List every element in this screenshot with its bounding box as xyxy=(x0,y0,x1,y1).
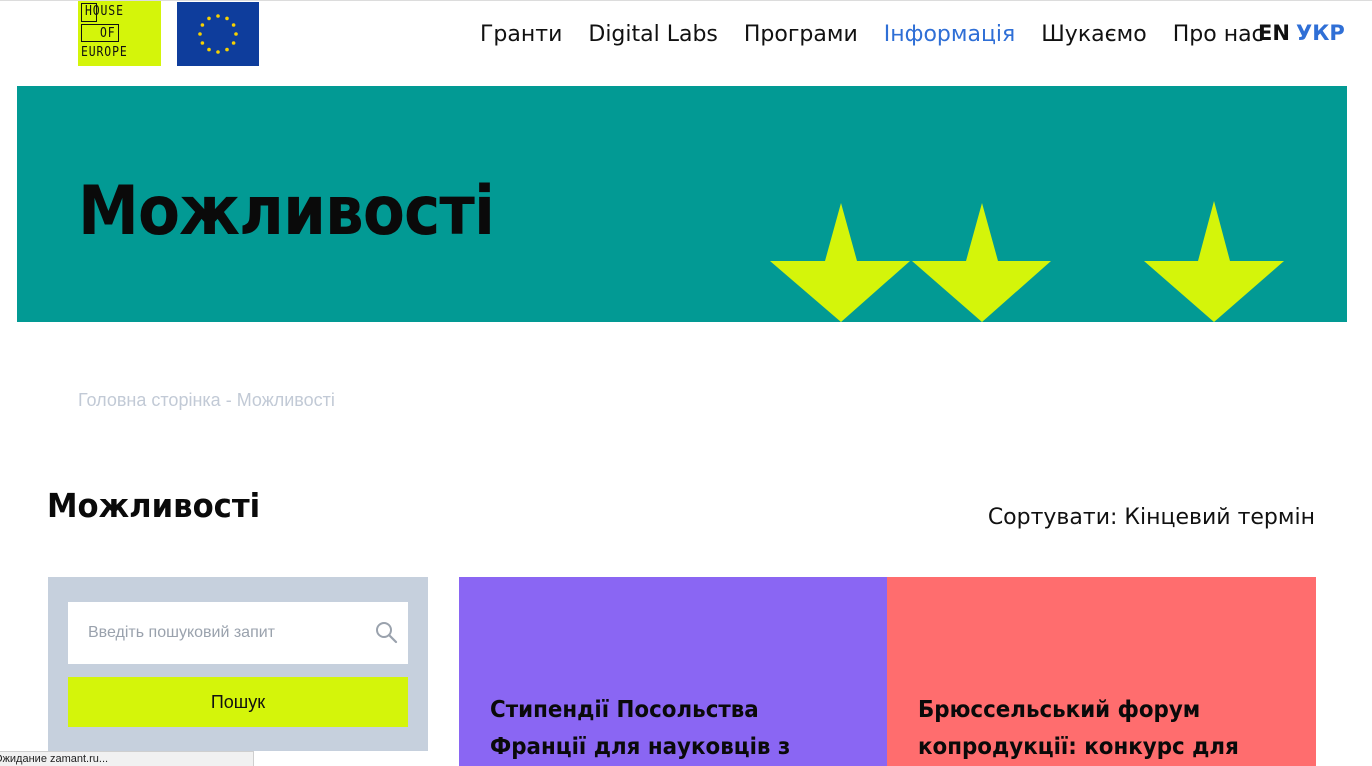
lang-switch-ukr[interactable]: УКР xyxy=(1296,21,1345,45)
arrow-shape xyxy=(770,203,910,322)
browser-status-bar: Ожидание zamant.ru... xyxy=(0,751,254,766)
breadcrumb: Головна сторінка - Можливості xyxy=(78,390,335,411)
search-box xyxy=(68,602,408,664)
lang-switch-en[interactable]: EN xyxy=(1258,21,1290,45)
search-panel: Пошук xyxy=(48,577,428,751)
site-header: HOUSE OF EUROPE Гранти Digital Labs Прог… xyxy=(0,0,1372,86)
breadcrumb-current: Можливості xyxy=(236,390,335,410)
hero-arrow-decoration xyxy=(770,201,1284,322)
breadcrumb-home-link[interactable]: Головна сторінка xyxy=(78,390,221,410)
search-button[interactable]: Пошук xyxy=(68,677,408,727)
arrow-shape xyxy=(1144,201,1284,322)
opportunity-card[interactable]: Брюссельський форум копродукції: конкурс… xyxy=(887,577,1316,766)
nav-item-searching[interactable]: Шукаємо xyxy=(1041,22,1146,47)
section-title: Можливості xyxy=(47,486,261,525)
search-input[interactable] xyxy=(68,602,368,664)
hero-banner: Можливості xyxy=(17,86,1347,322)
sort-dropdown[interactable]: Сортувати: Кінцевий термін xyxy=(988,505,1315,530)
status-text: Ожидание zamant.ru... xyxy=(0,753,109,765)
logo-line-2: OF xyxy=(100,26,116,41)
nav-item-digital-labs[interactable]: Digital Labs xyxy=(588,22,718,47)
opportunity-card[interactable]: Стипендії Посольства Франції для науковц… xyxy=(459,577,887,766)
breadcrumb-separator: - xyxy=(220,390,237,410)
card-title[interactable]: Брюссельський форум копродукції: конкурс… xyxy=(918,692,1271,766)
nav-item-about[interactable]: Про нас xyxy=(1173,22,1264,47)
nav-item-information[interactable]: Інформація xyxy=(884,22,1016,47)
main-nav: Гранти Digital Labs Програми Інформація … xyxy=(480,19,1290,49)
search-icon[interactable] xyxy=(374,620,398,644)
arrow-shape xyxy=(912,203,1051,322)
nav-item-grants[interactable]: Гранти xyxy=(480,22,562,47)
card-title[interactable]: Стипендії Посольства Франції для науковц… xyxy=(490,692,843,766)
logo-line-3: EUROPE xyxy=(81,45,128,60)
logo-line-1: HOUSE xyxy=(85,4,124,19)
nav-item-programs[interactable]: Програми xyxy=(744,22,858,47)
eu-flag-logo[interactable] xyxy=(177,2,259,66)
house-of-europe-logo[interactable]: HOUSE OF EUROPE xyxy=(78,1,161,66)
eu-stars-icon xyxy=(198,14,238,54)
